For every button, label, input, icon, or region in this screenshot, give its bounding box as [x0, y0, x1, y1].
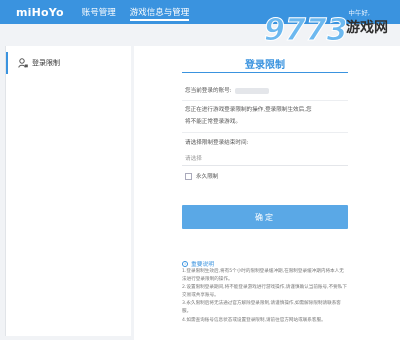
permanent-checkbox[interactable]	[185, 172, 192, 180]
notes-title: i 重要说明	[182, 259, 214, 268]
description-line-2: 将不能正常登录游戏。	[185, 119, 241, 125]
divider	[182, 100, 348, 101]
description-line-1: 您正在进行游戏登录限制的操作,登录限制生效后,您	[185, 107, 312, 113]
watermark-number: 9773	[264, 13, 348, 48]
nav-account-management[interactable]: 账号管理	[82, 0, 116, 24]
watermark-text: 游戏网	[346, 19, 388, 36]
page-title: 登录限制	[245, 60, 285, 71]
divider	[182, 132, 348, 133]
nav-game-info-management[interactable]: 游戏信息与管理	[129, 0, 189, 24]
confirm-button[interactable]: 确定	[182, 205, 348, 229]
title-underline	[182, 72, 348, 73]
note-item: 3.永久限制后将无法通过官方解除登录限制,请谨慎操作,如需解除限制请联系客服。	[182, 301, 341, 314]
sidebar-item-label: 登录限制	[32, 59, 60, 67]
mihoyo-logo[interactable]: miHoYo	[16, 6, 64, 19]
sidebar-item-login-restriction[interactable]: 登录限制	[6, 52, 132, 74]
user-lock-icon	[18, 58, 28, 68]
note-item: 1.登录限制生效后,将有5个小时的限制登录缓冲期,在限制登录缓冲期内将本人无法进…	[182, 269, 344, 282]
note-item: 2.设置限制登录期间,将不能登录游戏进行游戏操作,请谨慎确认当前账号,不要私下交…	[182, 285, 347, 298]
masked-account	[234, 87, 269, 94]
notes-list: 1.登录限制生效后,将有5个小时的限制登录缓冲期,在限制登录缓冲期内将本人无法进…	[182, 268, 348, 325]
notes-title-text: 重要说明	[191, 262, 215, 268]
end-time-select[interactable]: 请选择	[182, 150, 348, 166]
permanent-restriction-row[interactable]: 永久限制	[185, 172, 218, 180]
permanent-label: 永久限制	[196, 174, 219, 180]
sidebar: 登录限制	[5, 46, 131, 336]
account-label: 您当前登录的账号:	[185, 88, 232, 94]
end-time-label: 请选择限制登录结束时间:	[185, 140, 249, 146]
info-icon: i	[182, 260, 188, 267]
login-restriction-form: 登录限制 您当前登录的账号: 您正在进行游戏登录限制的操作,登录限制生效后,您 …	[182, 46, 348, 340]
main-panel: 登录限制 您当前登录的账号: 您正在进行游戏登录限制的操作,登录限制生效后,您 …	[134, 46, 400, 340]
account-row: 您当前登录的账号:	[185, 86, 269, 96]
9773-watermark-logo: 9773 游戏网	[264, 13, 389, 49]
note-item: 4.如需查询账号信息状态或设置登录限制,请前往官方网站或联系客服。	[182, 317, 326, 323]
